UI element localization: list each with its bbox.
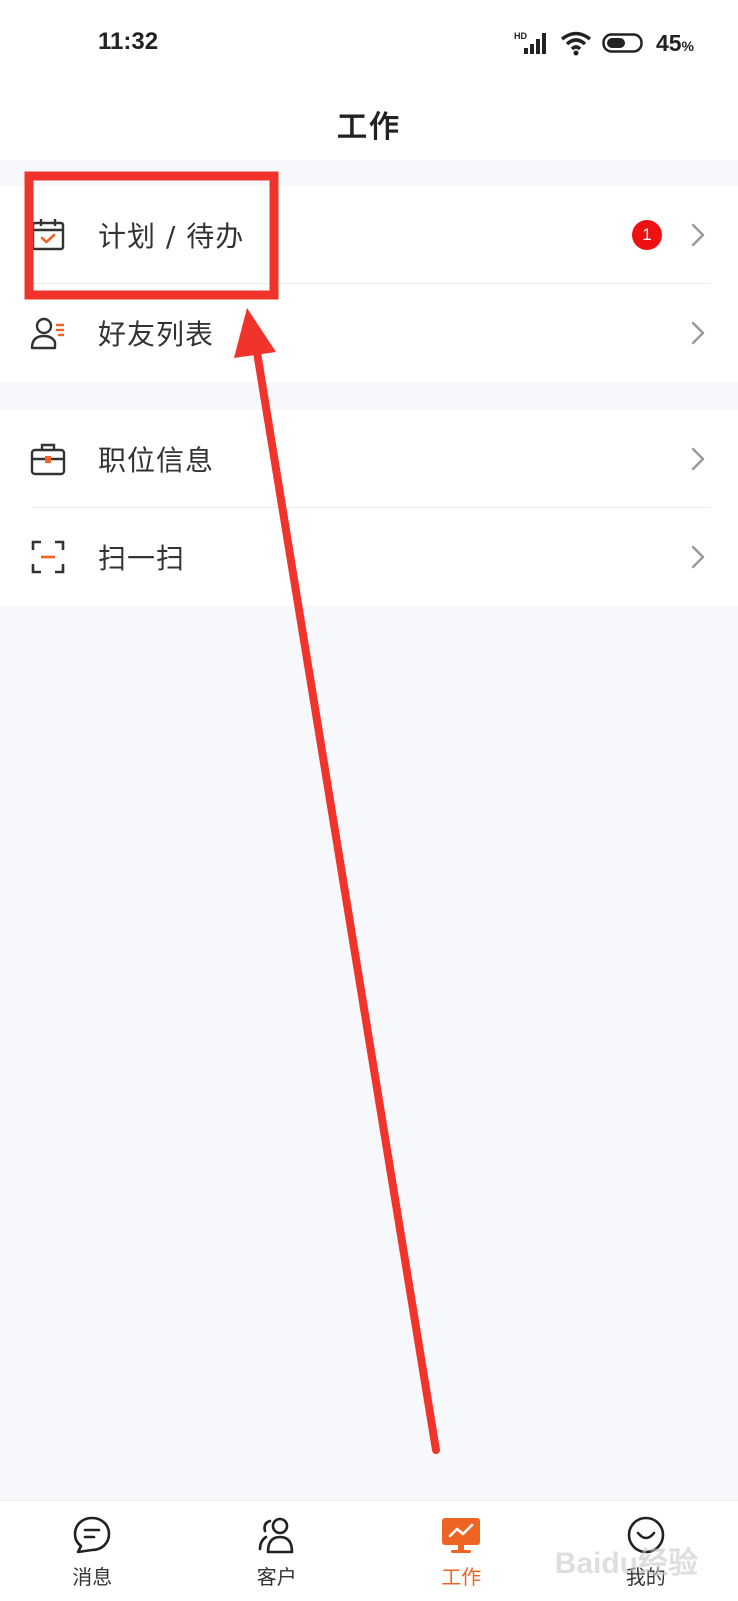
notification-badge: 1 bbox=[632, 220, 662, 250]
menu-item-label: 职位信息 bbox=[98, 439, 214, 479]
scan-icon bbox=[30, 539, 66, 575]
contacts-icon bbox=[257, 1515, 297, 1555]
menu-item-job-info[interactable]: 职位信息 bbox=[0, 410, 738, 508]
battery-percent: 45% bbox=[656, 30, 694, 57]
menu-group-1: 计划 / 待办 1 好友列表 bbox=[0, 186, 738, 382]
tab-customers[interactable]: 客户 bbox=[185, 1501, 370, 1601]
calendar-check-icon bbox=[30, 217, 66, 253]
chevron-right-icon bbox=[690, 222, 706, 248]
status-bar: 11:32 HD 45% bbox=[0, 0, 738, 88]
chevron-right-icon bbox=[690, 320, 706, 346]
chat-bubble-icon bbox=[72, 1515, 112, 1555]
menu-item-scan[interactable]: 扫一扫 bbox=[0, 508, 738, 606]
tab-label: 消息 bbox=[72, 1561, 112, 1590]
signal-icon: HD bbox=[514, 30, 550, 56]
page-title: 工作 bbox=[337, 102, 401, 146]
tab-label: 客户 bbox=[257, 1561, 297, 1590]
menu-item-friends-list[interactable]: 好友列表 bbox=[0, 284, 738, 382]
menu-item-label: 扫一扫 bbox=[98, 537, 185, 577]
status-time: 11:32 bbox=[98, 28, 158, 56]
battery-icon bbox=[602, 31, 646, 55]
network-type: HD bbox=[514, 31, 527, 41]
person-list-icon bbox=[30, 315, 66, 351]
tab-label: 工作 bbox=[441, 1561, 481, 1590]
menu-item-plan-todo[interactable]: 计划 / 待办 1 bbox=[0, 186, 738, 284]
tab-messages[interactable]: 消息 bbox=[0, 1501, 185, 1601]
work-monitor-icon bbox=[441, 1515, 481, 1555]
menu-item-label: 好友列表 bbox=[98, 313, 214, 353]
tab-work[interactable]: 工作 bbox=[369, 1501, 554, 1601]
page-header: 工作 bbox=[0, 88, 738, 160]
status-icons: HD 45% bbox=[514, 28, 694, 58]
chevron-right-icon bbox=[690, 446, 706, 472]
chevron-right-icon bbox=[690, 544, 706, 570]
menu-item-label: 计划 / 待办 bbox=[98, 215, 244, 255]
wifi-icon bbox=[560, 30, 592, 56]
watermark: Baidu经验 bbox=[555, 1538, 698, 1582]
briefcase-icon bbox=[30, 441, 66, 477]
menu-group-2: 职位信息 扫一扫 bbox=[0, 410, 738, 606]
